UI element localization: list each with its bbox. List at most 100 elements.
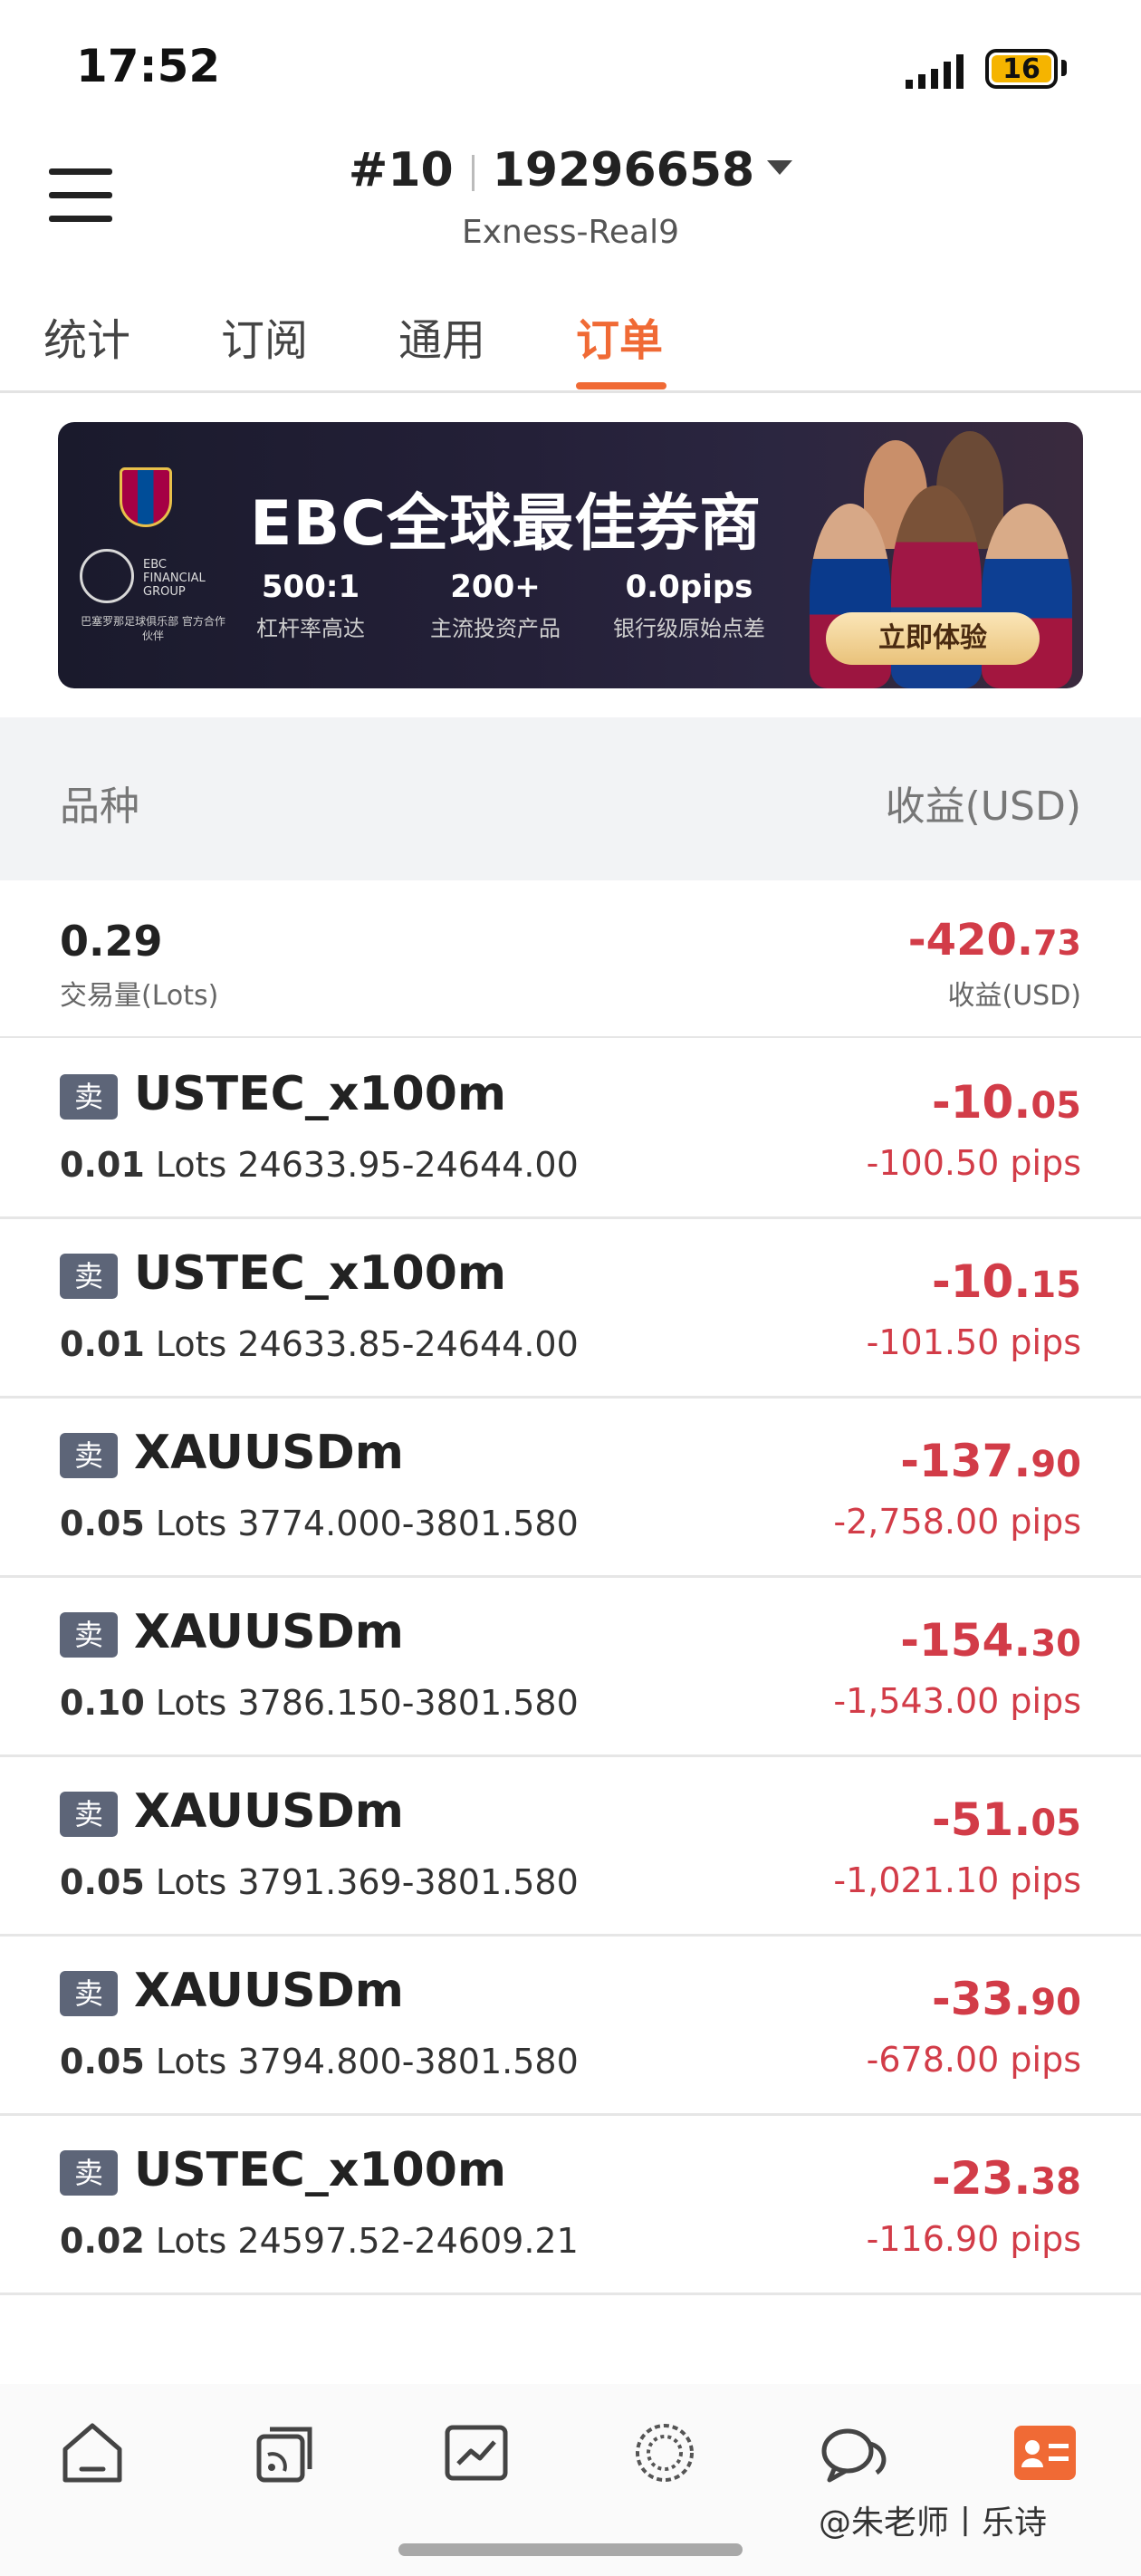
order-profit: -33.90 [932, 1973, 1081, 2025]
order-lots-prices: 0.10 Lots 3786.150-3801.580 [60, 1683, 579, 1723]
tab-bar: 统计 订阅 通用 订单 [0, 299, 1141, 393]
tab-orders[interactable]: 订单 [576, 304, 663, 368]
order-prices: 24633.85-24644.00 [237, 1324, 579, 1364]
order-lots: 0.05 [60, 1862, 145, 1902]
order-lots: 0.05 [60, 1504, 145, 1543]
order-profit-decimals: 15 [1031, 1264, 1081, 1306]
total-profit-main: -420. [907, 915, 1034, 966]
order-profit-decimals: 90 [1031, 1982, 1081, 2023]
order-symbol: USTEC_x100m [134, 2143, 507, 2197]
order-profit: -154.30 [900, 1614, 1081, 1667]
sell-badge: 卖 [60, 1254, 118, 1299]
stat-label: 杠杆率高达 [256, 616, 365, 641]
order-profit-decimals: 38 [1031, 2161, 1081, 2203]
battery-tip [1061, 60, 1067, 76]
order-row[interactable]: 卖 USTEC_x100m 0.01 Lots 24633.85-24644.00 -… [0, 1219, 1141, 1399]
order-row[interactable]: 卖 XAUUSDm 0.05 Lots 3774.000-3801.580 -137.… [0, 1399, 1141, 1578]
account-separator [471, 155, 475, 191]
bottom-nav [0, 2384, 1141, 2576]
order-lots: 0.01 [60, 1145, 145, 1185]
tab-subscription[interactable]: 订阅 [221, 304, 308, 368]
chat-icon[interactable] [817, 2417, 889, 2489]
profile-card-icon[interactable] [1009, 2417, 1081, 2489]
order-symbol: USTEC_x100m [134, 1246, 507, 1301]
sell-badge: 卖 [60, 2150, 118, 2196]
total-lots: 0.29 [60, 917, 163, 966]
order-prices: 3786.150-3801.580 [237, 1683, 579, 1723]
column-symbol: 品种 [60, 783, 139, 830]
order-lots-unit: Lots [155, 1324, 227, 1364]
order-profit: -10.15 [932, 1255, 1081, 1308]
battery-level: 16 [992, 53, 1051, 85]
try-now-button[interactable]: 立即体验 [826, 612, 1040, 665]
order-profit-decimals: 90 [1031, 1444, 1081, 1485]
order-profit-main: -10. [932, 1255, 1031, 1308]
ad-banner[interactable]: EBC FINANCIAL GROUP 巴塞罗那足球俱乐部 官方合作伙伴 EBC… [58, 422, 1083, 688]
order-symbol: XAUUSDm [134, 1964, 404, 2018]
order-prices: 3791.369-3801.580 [237, 1862, 579, 1902]
banner-stat-products: 200+ 主流投资产品 [418, 569, 572, 642]
order-profit: -23.38 [932, 2152, 1081, 2205]
order-row[interactable]: 卖 USTEC_x100m 0.01 Lots 24633.95-24644.00 -… [0, 1040, 1141, 1219]
order-profit-main: -154. [900, 1614, 1031, 1667]
order-row[interactable]: 卖 XAUUSDm 0.05 Lots 3794.800-3801.580 -33.9… [0, 1937, 1141, 2116]
order-profit-decimals: 05 [1031, 1085, 1081, 1127]
order-symbol: XAUUSDm [134, 1426, 404, 1480]
total-profit: -420.73 [908, 915, 1081, 966]
order-lots-unit: Lots [155, 1683, 227, 1723]
order-prices: 3794.800-3801.580 [237, 2042, 579, 2081]
column-profit: 收益(USD) [885, 783, 1081, 830]
sell-badge: 卖 [60, 1792, 118, 1837]
signals-icon[interactable] [250, 2417, 322, 2489]
ebc-logo-text: EBC FINANCIAL GROUP [143, 558, 206, 599]
battery-icon: 16 [985, 49, 1058, 89]
orders-summary: 0.29 交易量(Lots) -420.73 收益(USD) [0, 882, 1141, 1038]
order-prices: 24597.52-24609.21 [237, 2221, 579, 2261]
active-tab-indicator [576, 382, 666, 389]
order-lots: 0.01 [60, 1324, 145, 1364]
order-profit: -51.05 [932, 1793, 1081, 1846]
banner-stat-leverage: 500:1 杠杆率高达 [252, 569, 369, 642]
signal-strength-icon [906, 54, 964, 89]
community-icon[interactable] [628, 2417, 701, 2489]
order-symbol: XAUUSDm [134, 1605, 404, 1659]
order-lots-prices: 0.01 Lots 24633.85-24644.00 [60, 1324, 579, 1364]
order-lots-unit: Lots [155, 2221, 227, 2261]
banner-title: EBC全球最佳券商 [250, 488, 762, 560]
order-lots-unit: Lots [155, 1504, 227, 1543]
order-row[interactable]: 卖 XAUUSDm 0.05 Lots 3791.369-3801.580 -51.0… [0, 1757, 1141, 1937]
orders-table-header: 品种 收益(USD) [0, 717, 1141, 880]
order-row[interactable]: 卖 USTEC_x100m 0.02 Lots 24597.52-24609.21 -… [0, 2116, 1141, 2295]
order-pips: -1,543.00 pips [833, 1681, 1081, 1721]
home-indicator [398, 2543, 743, 2556]
order-lots-prices: 0.05 Lots 3794.800-3801.580 [60, 2042, 579, 2081]
sell-badge: 卖 [60, 1074, 118, 1120]
order-profit-decimals: 30 [1031, 1623, 1081, 1665]
order-pips: -100.50 pips [866, 1143, 1081, 1183]
account-selector[interactable]: #10 19296658 [0, 143, 1141, 197]
order-profit-main: -10. [932, 1076, 1031, 1129]
order-profit-main: -33. [932, 1973, 1031, 2025]
chart-icon[interactable] [440, 2417, 513, 2489]
tab-general[interactable]: 通用 [398, 304, 485, 368]
total-lots-label: 交易量(Lots) [60, 980, 219, 1012]
club-crest-icon [120, 467, 172, 527]
order-row[interactable]: 卖 XAUUSDm 0.10 Lots 3786.150-3801.580 -154.… [0, 1578, 1141, 1757]
sell-badge: 卖 [60, 1971, 118, 2016]
account-number: 19296658 [492, 143, 755, 197]
status-bar: 17:52 16 [0, 0, 1141, 136]
home-icon[interactable] [56, 2417, 129, 2489]
server-name: Exness-Real9 [461, 214, 680, 251]
order-profit-main: -137. [900, 1435, 1031, 1487]
order-lots: 0.05 [60, 2042, 145, 2081]
stat-value: 500:1 [261, 569, 360, 605]
sell-badge: 卖 [60, 1433, 118, 1478]
order-lots-unit: Lots [155, 1862, 227, 1902]
order-profit-main: -23. [932, 2152, 1031, 2205]
tab-statistics[interactable]: 统计 [43, 304, 130, 368]
order-prices: 24633.95-24644.00 [237, 1145, 579, 1185]
stat-value: 0.0pips [625, 569, 753, 605]
order-lots-prices: 0.01 Lots 24633.95-24644.00 [60, 1145, 579, 1185]
order-pips: -116.90 pips [866, 2219, 1081, 2259]
order-lots: 0.10 [60, 1683, 145, 1723]
